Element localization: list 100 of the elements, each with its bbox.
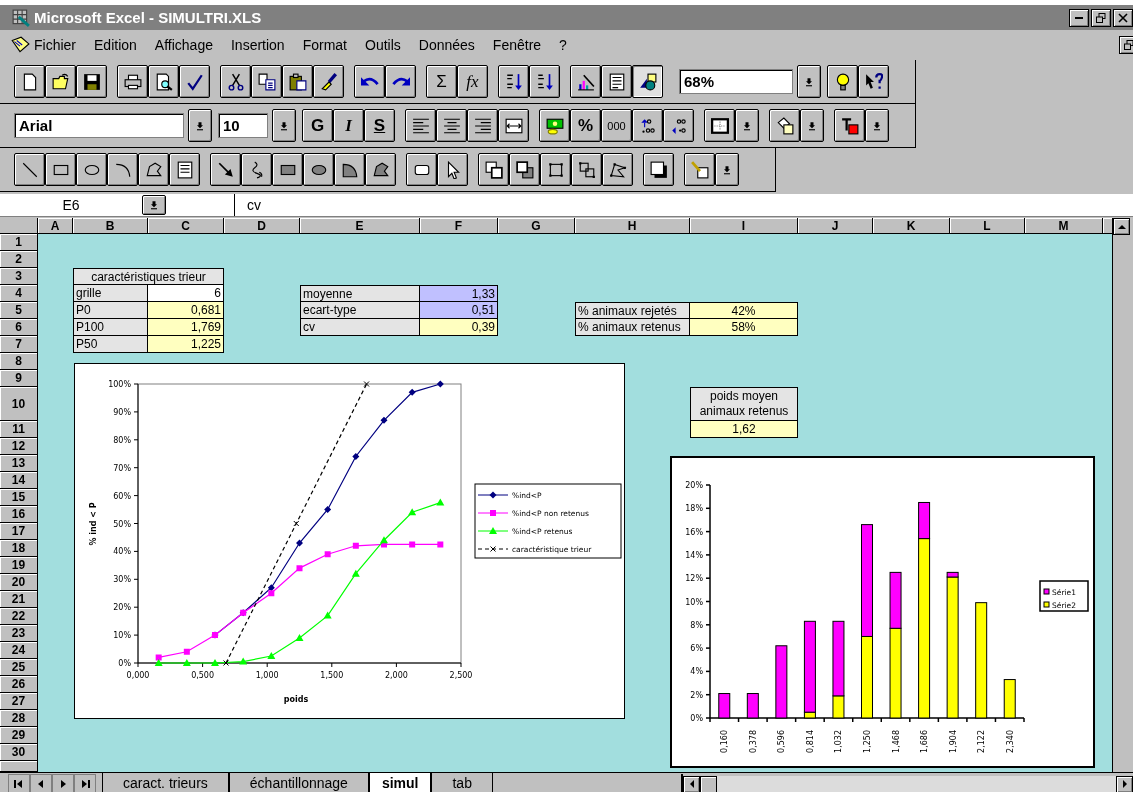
- merge-center-button[interactable]: [498, 109, 529, 142]
- tip-button[interactable]: [827, 65, 858, 98]
- sort-ascending-button[interactable]: [498, 65, 529, 98]
- copy-button[interactable]: [251, 65, 282, 98]
- group-button[interactable]: [540, 153, 571, 186]
- row-header[interactable]: 22: [0, 608, 38, 625]
- align-left-button[interactable]: [405, 109, 436, 142]
- function-button[interactable]: fx: [457, 65, 488, 98]
- menu-item[interactable]: Outils: [356, 37, 410, 53]
- help-button[interactable]: [858, 65, 889, 98]
- line-button[interactable]: [14, 153, 45, 186]
- select-objects-button[interactable]: [437, 153, 468, 186]
- undo-button[interactable]: [354, 65, 385, 98]
- font-color-dropdown-button[interactable]: [865, 109, 889, 142]
- open-button[interactable]: [45, 65, 76, 98]
- scroll-left-button[interactable]: [683, 775, 700, 792]
- row-header[interactable]: 18: [0, 540, 38, 557]
- freehand-button[interactable]: [241, 153, 272, 186]
- font-field[interactable]: Arial: [14, 113, 184, 138]
- column-header[interactable]: C: [148, 218, 224, 234]
- borders-dropdown-button[interactable]: [735, 109, 759, 142]
- format-painter-button[interactable]: [313, 65, 344, 98]
- font-size-dropdown-button[interactable]: [272, 109, 296, 142]
- cut-button[interactable]: [220, 65, 251, 98]
- text-box-button[interactable]: [169, 153, 200, 186]
- zoom-field[interactable]: 68%: [679, 69, 793, 94]
- sheet-nav-button[interactable]: [30, 774, 52, 792]
- column-header[interactable]: M: [1025, 218, 1103, 234]
- row-header[interactable]: 2: [0, 251, 38, 268]
- send-to-back-button[interactable]: [509, 153, 540, 186]
- row-header[interactable]: [0, 761, 38, 772]
- sheet-tab[interactable]: caract. trieurs: [102, 773, 229, 792]
- redo-button[interactable]: [385, 65, 416, 98]
- column-header[interactable]: [1103, 218, 1112, 234]
- menu-item[interactable]: Données: [409, 37, 484, 53]
- row-header[interactable]: 14: [0, 472, 38, 489]
- sort-descending-button[interactable]: [529, 65, 560, 98]
- row-header[interactable]: 16: [0, 506, 38, 523]
- menu-item[interactable]: Format: [293, 37, 356, 53]
- pattern-dropdown-button[interactable]: [715, 153, 739, 186]
- row-header[interactable]: 29: [0, 727, 38, 744]
- column-header[interactable]: D: [224, 218, 300, 234]
- column-header[interactable]: J: [798, 218, 873, 234]
- increase-decimal-button[interactable]: [632, 109, 663, 142]
- autosum-button[interactable]: Σ: [426, 65, 457, 98]
- bold-button[interactable]: G: [302, 109, 333, 142]
- column-header[interactable]: B: [73, 218, 148, 234]
- reshape-button[interactable]: [602, 153, 633, 186]
- row-header[interactable]: 5: [0, 302, 38, 319]
- row-header[interactable]: 23: [0, 625, 38, 642]
- freeform-button[interactable]: [138, 153, 169, 186]
- pattern-button[interactable]: [684, 153, 715, 186]
- row-header[interactable]: 3: [0, 268, 38, 285]
- create-button-button[interactable]: [406, 153, 437, 186]
- vertical-scrollbar[interactable]: [1112, 218, 1133, 772]
- row-header[interactable]: 19: [0, 557, 38, 574]
- horizontal-scrollbar[interactable]: [681, 774, 1133, 792]
- arc-button[interactable]: [107, 153, 138, 186]
- thousands-button[interactable]: 000: [601, 109, 632, 142]
- row-header[interactable]: 8: [0, 353, 38, 370]
- align-right-button[interactable]: [467, 109, 498, 142]
- row-header[interactable]: 13: [0, 455, 38, 472]
- filled-arc-button[interactable]: [334, 153, 365, 186]
- ungroup-button[interactable]: [571, 153, 602, 186]
- column-header[interactable]: E: [300, 218, 420, 234]
- italic-button[interactable]: I: [333, 109, 364, 142]
- scroll-up-button[interactable]: [1113, 218, 1130, 235]
- menu-item[interactable]: Affichage: [145, 37, 222, 53]
- row-header[interactable]: 7: [0, 336, 38, 353]
- row-header[interactable]: 25: [0, 659, 38, 676]
- menu-item[interactable]: Edition: [85, 37, 146, 53]
- row-header[interactable]: 15: [0, 489, 38, 506]
- formula-field[interactable]: cv: [235, 197, 261, 213]
- column-header[interactable]: A: [38, 218, 73, 234]
- borders-button[interactable]: [704, 109, 735, 142]
- arrow-button[interactable]: [210, 153, 241, 186]
- print-preview-button[interactable]: [148, 65, 179, 98]
- row-header[interactable]: 1: [0, 234, 38, 251]
- scroll-thumb[interactable]: [700, 775, 717, 792]
- column-header[interactable]: I: [690, 218, 798, 234]
- sheet-tab[interactable]: tab: [431, 773, 493, 792]
- rectangle-button[interactable]: [45, 153, 76, 186]
- spelling-button[interactable]: [179, 65, 210, 98]
- row-header[interactable]: 11: [0, 421, 38, 438]
- sheet-tab[interactable]: simul: [368, 773, 432, 792]
- column-header[interactable]: K: [873, 218, 950, 234]
- align-center-button[interactable]: [436, 109, 467, 142]
- minimize-button[interactable]: [1069, 8, 1089, 27]
- font-dropdown-button[interactable]: [188, 109, 212, 142]
- zoom-dropdown-button[interactable]: [797, 65, 821, 98]
- row-header[interactable]: 4: [0, 285, 38, 302]
- row-header[interactable]: 9: [0, 370, 38, 387]
- row-header[interactable]: 30: [0, 744, 38, 761]
- row-header[interactable]: 21: [0, 591, 38, 608]
- ellipse-button[interactable]: [76, 153, 107, 186]
- row-header[interactable]: 10: [0, 387, 38, 421]
- row-header[interactable]: 24: [0, 642, 38, 659]
- scroll-right-button[interactable]: [1116, 775, 1133, 792]
- underline-button[interactable]: S: [364, 109, 395, 142]
- font-size-field[interactable]: 10: [218, 113, 268, 138]
